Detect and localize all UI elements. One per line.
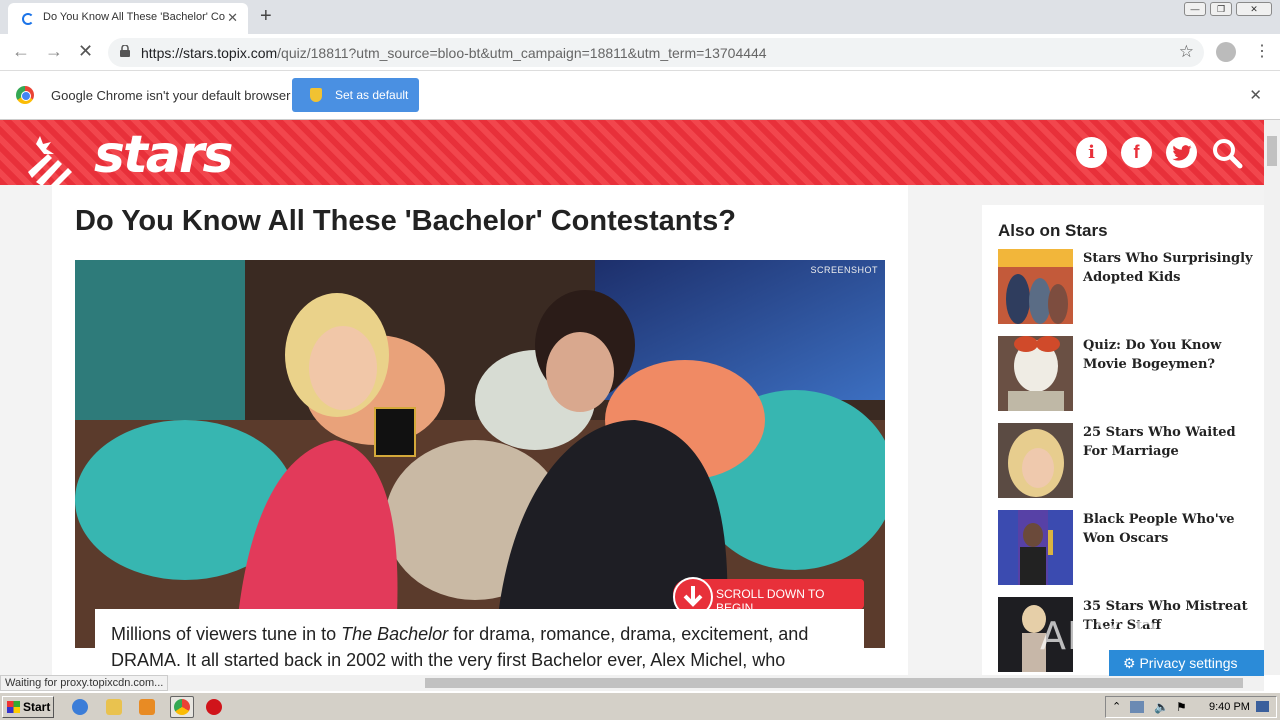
url-path: /quiz/18811?utm_source=bloo-bt&utm_campa…: [277, 45, 767, 61]
sidebar-item-adopted-kids[interactable]: Stars Who Surprisingly Adopted Kids: [998, 249, 1258, 325]
set-as-default-button[interactable]: Set as default: [292, 78, 419, 112]
shield-icon: [310, 88, 322, 102]
url-host: https://stars.topix.com: [141, 45, 278, 61]
flag-notification-icon[interactable]: ⚑: [1176, 700, 1187, 714]
info-icon[interactable]: i: [1076, 137, 1107, 168]
start-label: Start: [23, 700, 51, 714]
windows-flag-icon: [7, 701, 20, 713]
network-icon[interactable]: [1130, 701, 1144, 713]
clock[interactable]: 9:40 PM: [1209, 701, 1250, 713]
sidebar-item-title: Black People Who've Won Oscars: [1083, 512, 1235, 546]
article-headline: Do You Know All These 'Bachelor' Contest…: [75, 205, 736, 237]
privacy-settings-label: Privacy settings: [1139, 655, 1238, 671]
browser-tab[interactable]: Do You Know All These 'Bachelor' Co ✕: [8, 3, 248, 34]
scroll-down-button[interactable]: SCROLL DOWN TO BEGIN: [673, 577, 864, 617]
sidebar-thumbnail: [998, 423, 1073, 498]
default-browser-infobar: Google Chrome isn't your default browser…: [0, 71, 1280, 120]
sidebar-item-title: 25 Stars Who Waited For Marriage: [1083, 425, 1236, 459]
stop-loading-button[interactable]: ✕: [78, 41, 93, 62]
back-button[interactable]: ←: [12, 41, 30, 62]
chrome-taskbar-button[interactable]: [170, 696, 194, 718]
infobar-close-icon[interactable]: ✕: [1249, 86, 1262, 104]
start-button[interactable]: Start: [2, 696, 54, 718]
status-bar: Waiting for proxy.topixcdn.com...: [0, 675, 169, 691]
scrollbar-thumb[interactable]: [425, 678, 1243, 688]
web-page: stars i f Do You Know All These 'Bachelo…: [0, 120, 1264, 675]
search-icon[interactable]: [1211, 137, 1243, 169]
ie-icon[interactable]: [72, 699, 88, 715]
sidebar-item-won-oscars[interactable]: Black People Who've Won Oscars: [998, 510, 1258, 586]
sidebar-item-title: Stars Who Surprisingly Adopted Kids: [1083, 251, 1253, 285]
tray-expand-icon[interactable]: ⌃: [1112, 700, 1121, 713]
address-bar[interactable]: https://stars.topix.com/quiz/18811?utm_s…: [108, 38, 1204, 67]
twitter-icon[interactable]: [1166, 137, 1197, 168]
window-close-button[interactable]: ✕: [1236, 2, 1272, 16]
new-tab-button[interactable]: +: [260, 5, 272, 28]
security-app-icon[interactable]: [206, 699, 222, 715]
show-desktop-icon[interactable]: [1256, 701, 1269, 712]
intro-text-start: Millions of viewers tune in to: [111, 624, 342, 644]
horizontal-scrollbar[interactable]: [0, 675, 1264, 691]
windows-taskbar: Start ⌃ 🔈 ⚑ 9:40 PM: [0, 692, 1280, 720]
loading-spinner-icon: [22, 13, 34, 25]
profile-avatar[interactable]: [1216, 42, 1236, 62]
restore-button[interactable]: ❐: [1210, 2, 1232, 16]
tab-close-icon[interactable]: ✕: [227, 10, 238, 26]
site-logo[interactable]: stars: [94, 125, 233, 185]
facebook-icon[interactable]: f: [1121, 137, 1152, 168]
scrollbar-thumb[interactable]: [1267, 136, 1277, 166]
infobar-message: Google Chrome isn't your default browser: [51, 88, 291, 103]
also-on-stars-sidebar: Also on Stars Stars Who Surprisingly Ado…: [982, 205, 1264, 675]
sidebar-item-movie-bogeymen[interactable]: Quiz: Do You Know Movie Bogeymen?: [998, 336, 1258, 412]
privacy-settings-button[interactable]: ⚙ Privacy settings: [1109, 650, 1264, 676]
sidebar-item-waited-for-marriage[interactable]: 25 Stars Who Waited For Marriage: [998, 423, 1258, 499]
gear-icon: ⚙: [1123, 655, 1140, 671]
intro-show-title: The Bachelor: [341, 624, 449, 644]
tab-strip: Do You Know All These 'Bachelor' Co ✕ + …: [0, 0, 1280, 34]
tab-title: Do You Know All These 'Bachelor' Co: [43, 11, 225, 23]
image-credit-tag: SCREENSHOT: [810, 265, 878, 275]
set-as-default-label: Set as default: [335, 88, 409, 102]
bookmark-star-icon[interactable]: ☆: [1179, 42, 1194, 62]
lock-icon: [120, 45, 130, 57]
system-tray: ⌃ 🔈 ⚑ 9:40 PM: [1105, 696, 1277, 718]
url-text: https://stars.topix.com/quiz/18811?utm_s…: [141, 45, 767, 61]
browser-toolbar: ← → ✕ https://stars.topix.com/quiz/18811…: [0, 34, 1280, 71]
sidebar-item-title: Quiz: Do You Know Movie Bogeymen?: [1083, 338, 1222, 372]
sidebar-thumbnail: [998, 249, 1073, 324]
sidebar-thumbnail: [998, 336, 1073, 411]
media-player-icon[interactable]: [139, 699, 155, 715]
article-intro: Millions of viewers tune in to The Bache…: [95, 609, 864, 675]
site-header: stars i f: [0, 120, 1264, 186]
article-card: Do You Know All These 'Bachelor' Contest…: [52, 185, 908, 675]
stars-logo-icon: [28, 136, 72, 186]
sidebar-heading: Also on Stars: [998, 221, 1108, 240]
chrome-icon: [174, 699, 190, 715]
minimize-button[interactable]: —: [1184, 2, 1206, 16]
sidebar-thumbnail: [998, 510, 1073, 585]
volume-icon[interactable]: 🔈: [1154, 700, 1169, 714]
chrome-logo-icon: [16, 86, 34, 104]
vertical-scrollbar[interactable]: [1264, 120, 1280, 675]
forward-button[interactable]: →: [45, 41, 63, 62]
chrome-menu-icon[interactable]: ⋮: [1254, 41, 1270, 61]
folder-icon[interactable]: [106, 699, 122, 715]
